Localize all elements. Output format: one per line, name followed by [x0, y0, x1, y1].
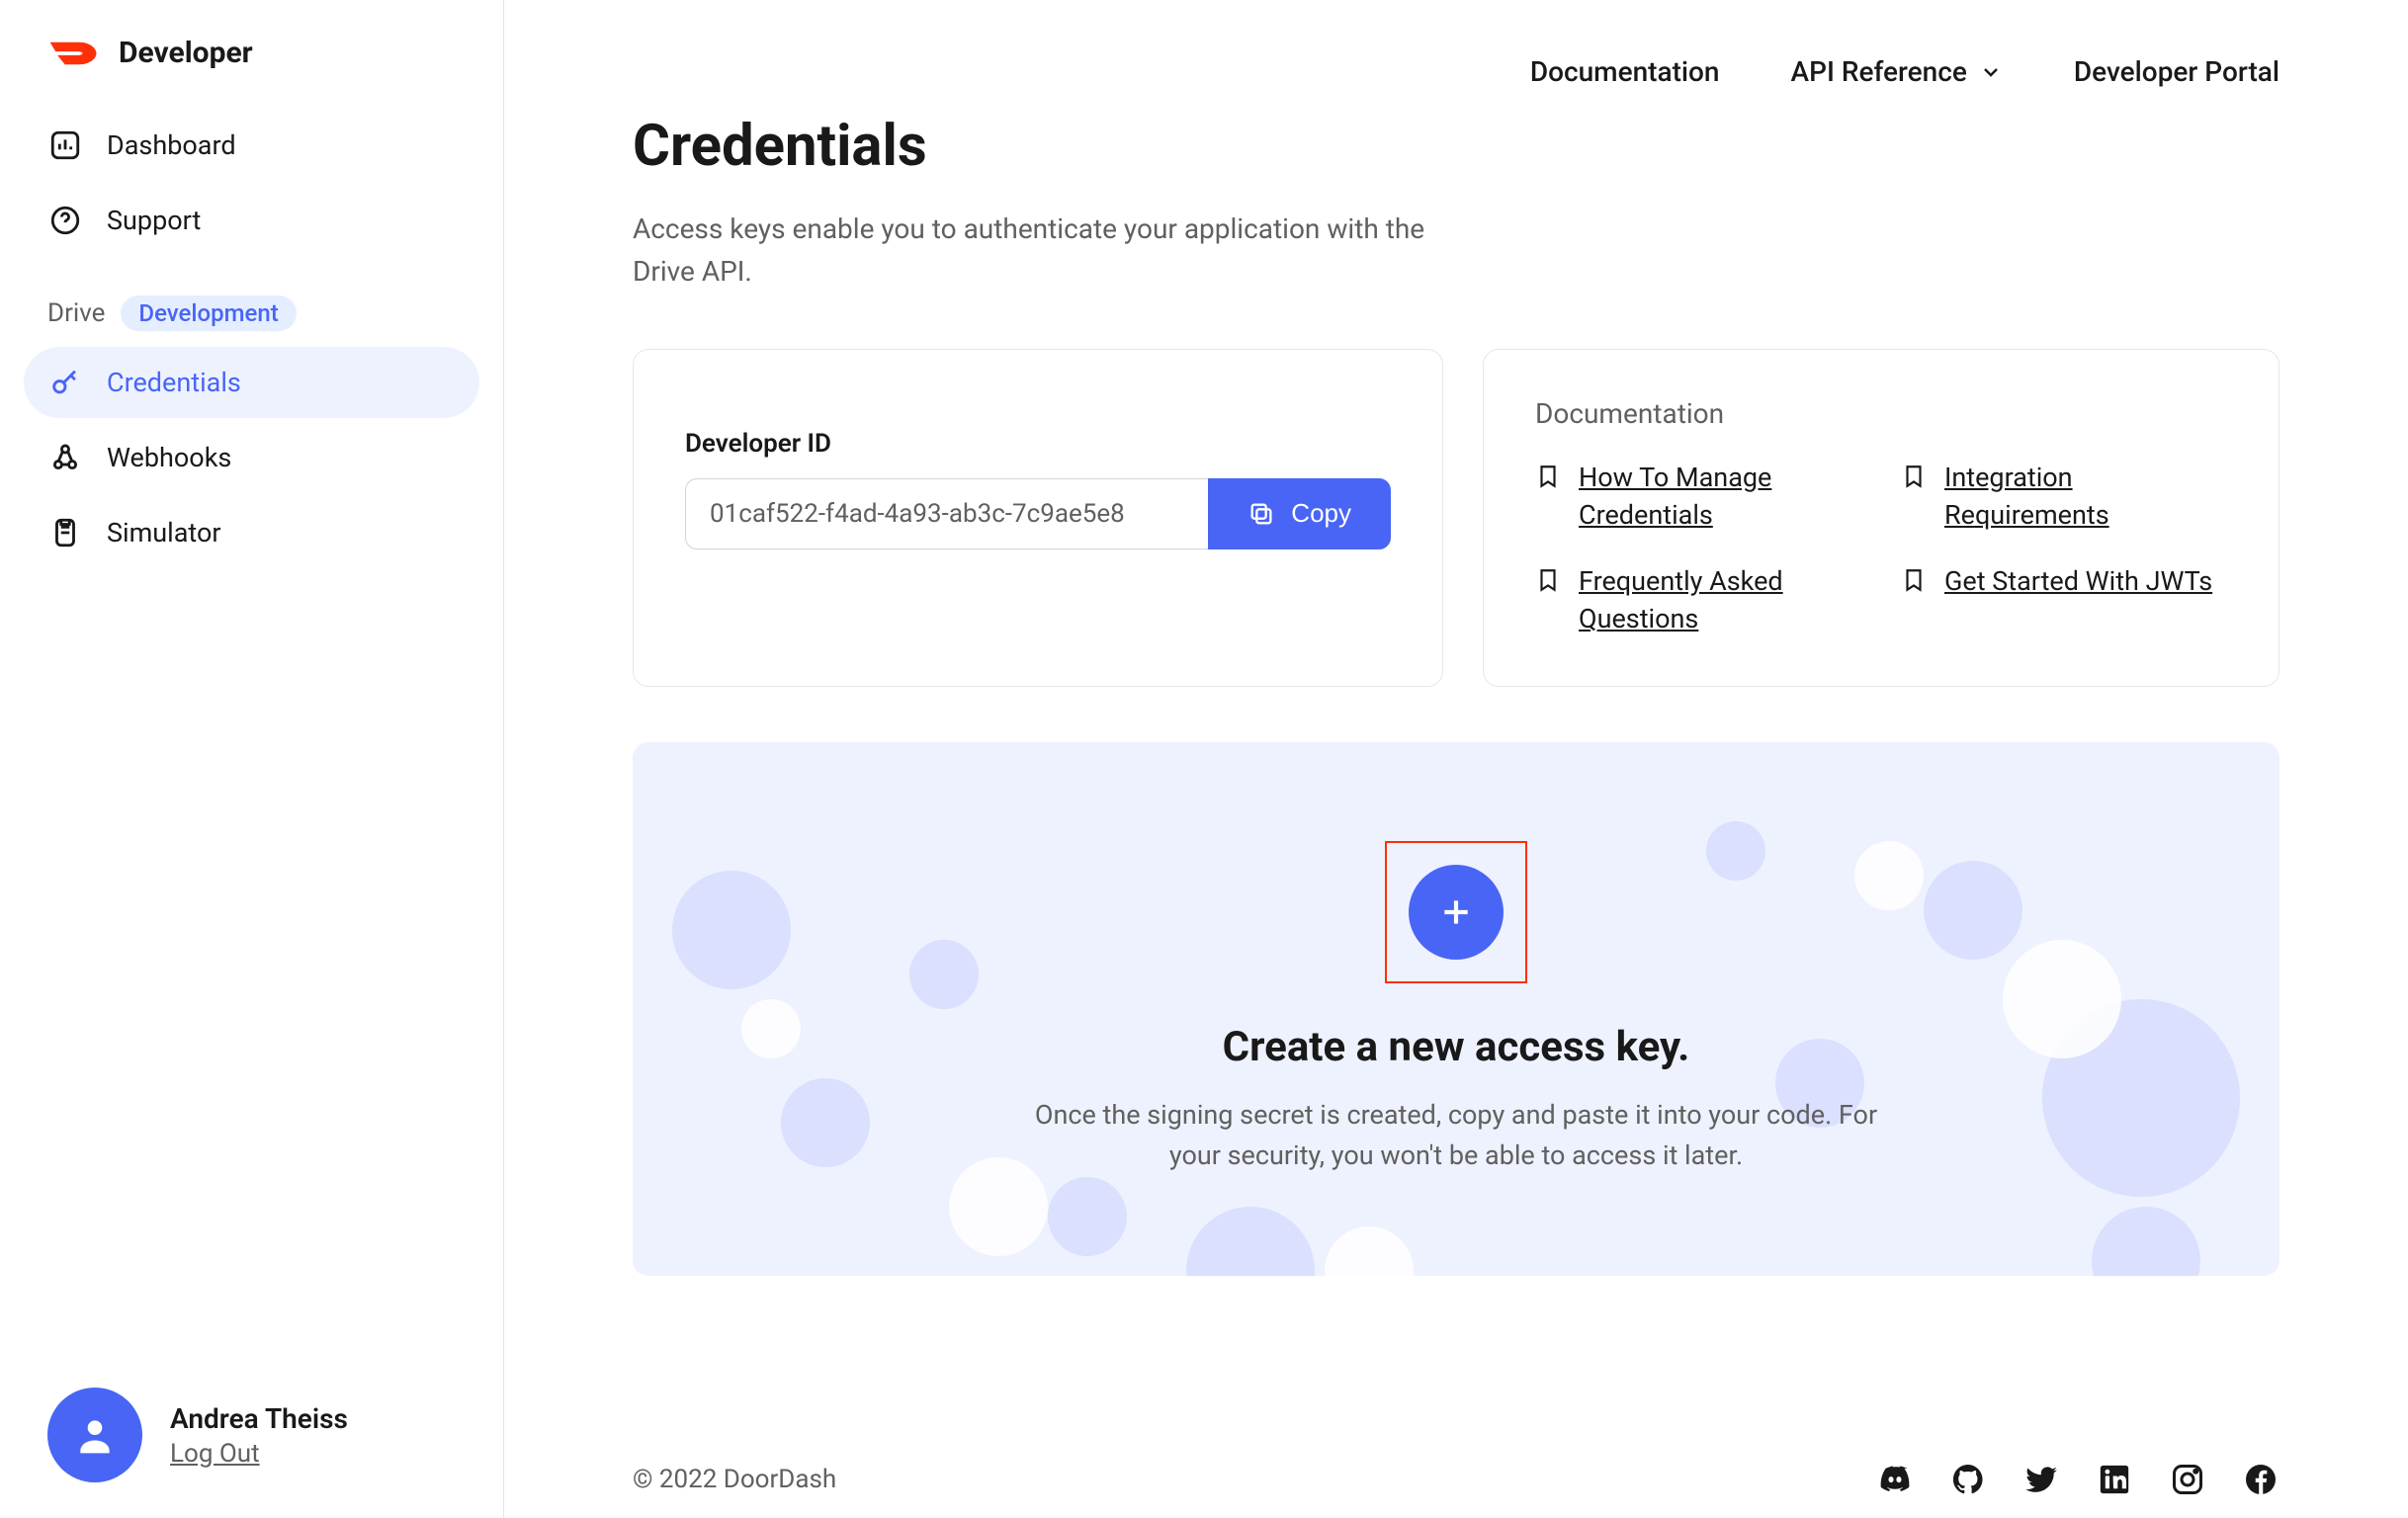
support-icon [47, 203, 83, 238]
doc-link: Get Started With JWTs [1901, 563, 2227, 638]
user-section: Andrea Theiss Log Out [0, 1388, 503, 1482]
developer-id-label: Developer ID [685, 429, 1391, 459]
bookmark-icon [1535, 464, 1561, 489]
social-links [1876, 1461, 2279, 1498]
doc-link: How To Manage Credentials [1535, 460, 1861, 535]
doc-link-jwts[interactable]: Get Started With JWTs [1944, 563, 2212, 601]
bookmark-icon [1901, 567, 1927, 593]
key-icon [47, 365, 83, 400]
top-nav: Documentation API Reference Developer Po… [1530, 55, 2279, 88]
logout-link[interactable]: Log Out [170, 1439, 260, 1469]
facebook-icon[interactable] [2242, 1461, 2279, 1498]
bookmark-icon [1535, 567, 1561, 593]
copyright: © 2022 DoorDash [633, 1465, 836, 1494]
doordash-icon [47, 39, 101, 68]
sidebar-item-webhooks[interactable]: Webhooks [24, 422, 479, 493]
sidebar-item-simulator[interactable]: Simulator [24, 497, 479, 568]
bookmark-icon [1901, 464, 1927, 489]
avatar[interactable] [47, 1388, 142, 1482]
developer-id-input[interactable] [685, 478, 1208, 549]
sidebar-item-label: Simulator [107, 517, 221, 548]
user-name: Andrea Theiss [170, 1402, 348, 1435]
documentation-card: Documentation How To Manage Credentials … [1483, 349, 2279, 687]
create-access-key-panel: Create a new access key. Once the signin… [633, 742, 2279, 1276]
doc-link-faq[interactable]: Frequently Asked Questions [1579, 563, 1861, 638]
create-key-button[interactable] [1409, 865, 1504, 960]
section-label: Drive [47, 298, 105, 328]
create-title: Create a new access key. [1223, 1023, 1690, 1071]
instagram-icon[interactable] [2169, 1461, 2206, 1498]
decorative-bubbles [633, 742, 2279, 1276]
doc-link: Integration Requirements [1901, 460, 2227, 535]
sidebar-item-dashboard[interactable]: Dashboard [24, 110, 479, 181]
sidebar: Developer Dashboard Support Drive Develo… [0, 0, 504, 1518]
doc-link: Frequently Asked Questions [1535, 563, 1861, 638]
linkedin-icon[interactable] [2096, 1461, 2133, 1498]
brand-logo[interactable]: Developer [0, 36, 503, 110]
webhooks-icon [47, 440, 83, 475]
main-content: Documentation API Reference Developer Po… [504, 0, 2408, 1518]
sidebar-section-header: Drive Development [0, 256, 503, 347]
topnav-documentation[interactable]: Documentation [1530, 55, 1720, 88]
sidebar-item-credentials[interactable]: Credentials [24, 347, 479, 418]
twitter-icon[interactable] [2022, 1461, 2060, 1498]
sidebar-item-support[interactable]: Support [24, 185, 479, 256]
developer-id-card: Developer ID Copy [633, 349, 1443, 687]
create-key-highlight [1385, 841, 1527, 983]
brand-name: Developer [119, 36, 253, 70]
sidebar-item-label: Credentials [107, 367, 241, 398]
footer: © 2022 DoorDash [633, 1411, 2279, 1518]
topnav-api-reference[interactable]: API Reference [1791, 55, 2003, 88]
copy-button[interactable]: Copy [1208, 478, 1391, 549]
chevron-down-icon [1979, 60, 2003, 84]
topnav-developer-portal[interactable]: Developer Portal [2074, 55, 2279, 88]
sidebar-item-label: Webhooks [107, 442, 231, 473]
simulator-icon [47, 515, 83, 550]
page-subtitle: Access keys enable you to authenticate y… [633, 208, 1493, 294]
doc-card-title: Documentation [1535, 397, 2227, 430]
plus-icon [1436, 892, 1476, 932]
page-title: Credentials [633, 113, 2279, 180]
doc-link-integration-requirements[interactable]: Integration Requirements [1944, 460, 2227, 535]
copy-icon [1247, 500, 1275, 528]
create-subtitle: Once the signing secret is created, copy… [1011, 1095, 1901, 1178]
github-icon[interactable] [1949, 1461, 1987, 1498]
environment-badge[interactable]: Development [121, 295, 296, 331]
sidebar-nav-primary: Dashboard Support [0, 110, 503, 256]
person-icon [73, 1413, 117, 1457]
sidebar-nav-sub: Credentials Webhooks Simulator [0, 347, 503, 568]
sidebar-item-label: Support [107, 205, 201, 236]
sidebar-item-label: Dashboard [107, 129, 236, 161]
dashboard-icon [47, 127, 83, 163]
doc-link-manage-credentials[interactable]: How To Manage Credentials [1579, 460, 1861, 535]
discord-icon[interactable] [1876, 1461, 1914, 1498]
